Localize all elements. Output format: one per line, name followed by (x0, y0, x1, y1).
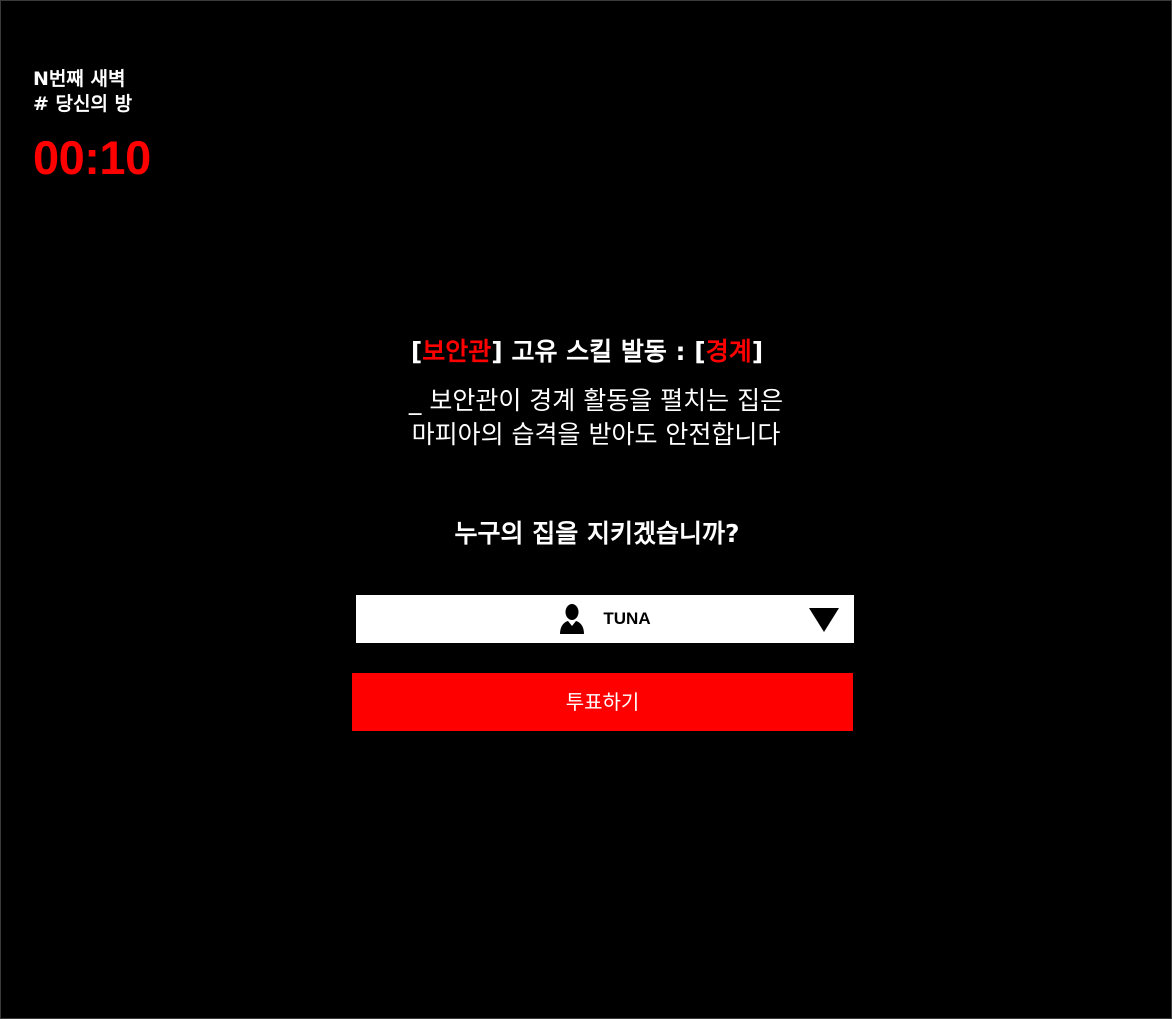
question-text: 누구의 집을 지키겠습니까? (454, 519, 740, 548)
bracket-open: [ (694, 337, 706, 366)
skill-description: _ 보안관이 경계 활동을 펼치는 집은 마피아의 습격을 받아도 안전합니다 (1, 384, 1172, 452)
vote-button[interactable]: 투표하기 (352, 673, 853, 731)
target-select-dropdown[interactable]: TUNA (356, 595, 854, 643)
role-name: 보안관 (422, 337, 492, 366)
room-label: # 당신의 방 (33, 93, 133, 115)
user-icon (559, 603, 585, 635)
skill-description-line: _ 보안관이 경계 활동을 펼치는 집은 (408, 386, 784, 415)
skill-description-line: 마피아의 습격을 받아도 안전합니다 (411, 420, 781, 449)
skill-title: [보안관] 고유 스킬 발동 : [경계] (1, 333, 1172, 371)
countdown-timer: 00:10 (33, 131, 151, 184)
bracket-close: ] (491, 337, 503, 366)
activation-text: 고유 스킬 발동 : (502, 337, 695, 366)
night-label: N번째 새벽 (33, 68, 126, 90)
bracket-open: [ (410, 337, 423, 366)
game-screen: N번째 새벽 # 당신의 방 00:10 [보안관] 고유 스킬 발동 : [경… (0, 0, 1172, 1019)
bracket-close: ] (751, 337, 764, 366)
target-select-value: TUNA (356, 595, 854, 643)
skill-name: 경계 (705, 337, 752, 366)
triangle-down-icon[interactable] (808, 607, 840, 633)
target-name: TUNA (603, 609, 651, 628)
header: N번째 새벽 # 당신의 방 00:10 (33, 67, 151, 185)
